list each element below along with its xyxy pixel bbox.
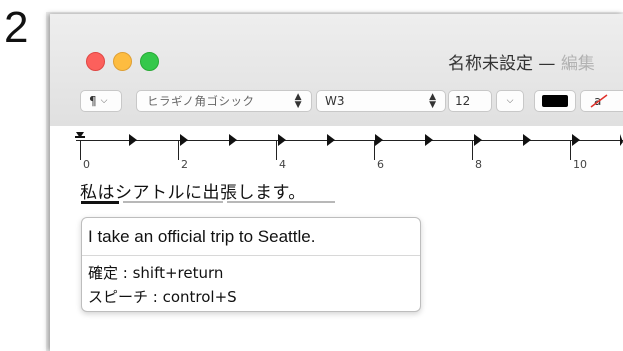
up-down-arrows-icon: ▲ ▼	[429, 92, 436, 110]
candidate-text[interactable]: I take an official trip to Seattle.	[88, 227, 315, 247]
font-size-field[interactable]: 12	[448, 90, 492, 112]
ruler-markers	[75, 132, 623, 146]
titlebar: 名称未設定 — 編集 ¶ ⌵ ヒラギノ角ゴシック ▲ ▼ W3 ▲ ▼ 12 ⌵ a	[50, 14, 623, 126]
popup-divider	[82, 255, 420, 256]
font-size-value: 12	[455, 94, 471, 108]
confirm-hint: 確定 : shift+return	[88, 264, 224, 282]
window-title-name: 名称未設定	[448, 54, 533, 74]
minimize-window-button[interactable]	[113, 52, 132, 71]
ruler-label: 8	[475, 158, 482, 171]
ruler-tick	[178, 140, 179, 160]
clause-underline	[123, 201, 223, 203]
active-clause-underline	[81, 201, 119, 204]
document-text[interactable]: 私はシアトルに出張します。	[80, 178, 306, 203]
speech-hint: スピーチ : control+S	[88, 288, 237, 306]
up-down-arrows-icon: ▲ ▼	[294, 92, 302, 110]
textedit-window: 名称未設定 — 編集 ¶ ⌵ ヒラギノ角ゴシック ▲ ▼ W3 ▲ ▼ 12 ⌵ a	[50, 14, 623, 351]
ruler-tick	[374, 140, 375, 160]
paragraph-icon: ¶	[89, 94, 97, 108]
chevron-down-icon: ⌵	[100, 96, 108, 106]
ruler-tick	[570, 140, 571, 160]
ruler-tick	[472, 140, 473, 160]
font-size-dropdown[interactable]: ⌵	[496, 90, 524, 112]
ruler-tick	[80, 140, 81, 160]
window-title: 名称未設定 — 編集	[448, 49, 595, 74]
font-weight-value: W3	[325, 94, 345, 108]
font-family-value: ヒラギノ角ゴシック	[147, 94, 255, 108]
ruler-label: 2	[181, 158, 188, 171]
ruler-label: 10	[573, 158, 587, 171]
ruler-tick	[276, 140, 277, 160]
no-color-letter: a	[594, 94, 601, 108]
window-title-separator: —	[538, 54, 556, 74]
zoom-window-button[interactable]	[140, 52, 159, 71]
close-window-button[interactable]	[86, 52, 105, 71]
clause-underline	[227, 201, 335, 203]
text-background-color-well[interactable]: a	[580, 90, 623, 112]
font-weight-popup[interactable]: W3 ▲ ▼	[316, 90, 446, 112]
text-color-swatch	[542, 95, 568, 107]
ruler-label: 0	[83, 158, 90, 171]
ruler-label: 4	[279, 158, 286, 171]
paragraph-style-popup[interactable]: ¶ ⌵	[80, 90, 122, 112]
font-family-popup[interactable]: ヒラギノ角ゴシック ▲ ▼	[136, 90, 312, 112]
no-color-icon: a	[590, 94, 608, 108]
chevron-down-icon: ⌵	[506, 96, 514, 106]
window-title-suffix: 編集	[560, 54, 595, 74]
ruler-label: 6	[377, 158, 384, 171]
conversion-candidate-popup[interactable]: I take an official trip to Seattle. 確定 :…	[81, 217, 421, 312]
text-color-well[interactable]	[534, 90, 576, 112]
step-number: 2	[4, 3, 29, 52]
